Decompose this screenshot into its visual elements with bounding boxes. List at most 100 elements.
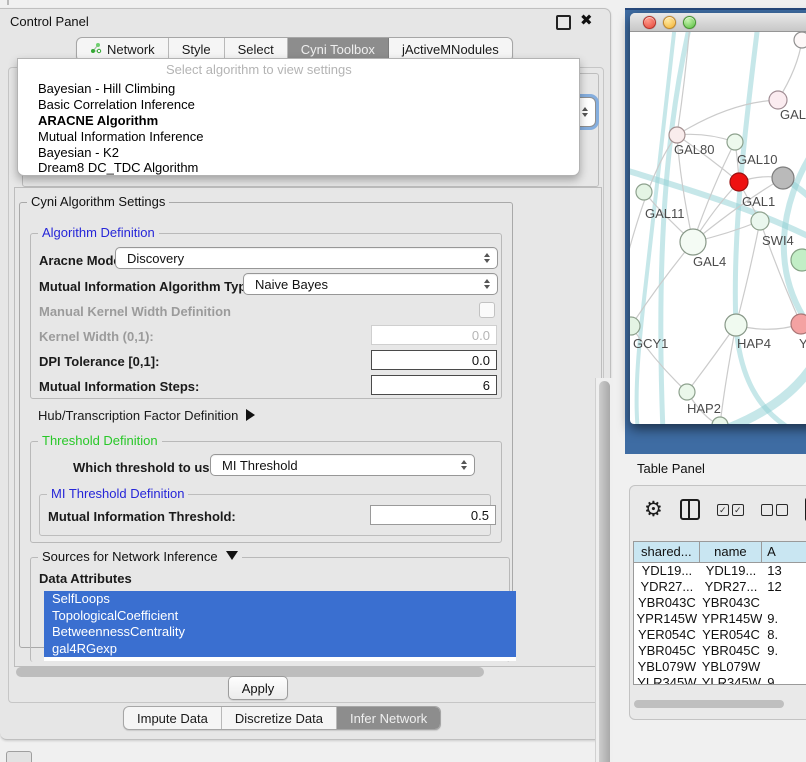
network-node[interactable] bbox=[794, 32, 806, 48]
mi-threshold-field[interactable]: 0.5 bbox=[370, 505, 496, 525]
cell: YBL079W bbox=[700, 659, 763, 675]
network-node[interactable] bbox=[772, 167, 794, 189]
list-item[interactable]: SelfLoops bbox=[44, 591, 516, 608]
columns-icon[interactable] bbox=[680, 499, 700, 520]
network-node[interactable] bbox=[636, 184, 652, 200]
dropdown-item[interactable]: Bayesian - Hill Climbing bbox=[21, 81, 576, 97]
dropdown-item[interactable]: Basic Correlation Inference bbox=[21, 97, 576, 113]
node-label: GAL4 bbox=[693, 254, 726, 269]
minimized-panel-button[interactable] bbox=[6, 751, 32, 762]
network-window[interactable]: GAL GAL80 GAL10 GAL1 GAL11 SWI4 GAL4 GCY… bbox=[630, 13, 806, 424]
aracne-mode-combobox[interactable]: Discovery bbox=[115, 247, 498, 269]
gear-icon[interactable]: ⚙ bbox=[644, 500, 663, 520]
cell: YPR145W bbox=[700, 611, 763, 627]
tab-label: Cyni Toolbox bbox=[301, 42, 375, 57]
tab-label: Impute Data bbox=[137, 711, 208, 726]
tab-label: Infer Network bbox=[350, 711, 427, 726]
node-label: HAP4 bbox=[737, 336, 771, 351]
network-nodes[interactable] bbox=[630, 32, 806, 424]
manual-kernel-checkbox[interactable] bbox=[479, 302, 495, 318]
data-attributes-list[interactable]: SelfLoops TopologicalCoefficient Between… bbox=[44, 591, 516, 661]
cell: YER054C bbox=[700, 627, 763, 643]
tab-label: jActiveMNodules bbox=[402, 42, 499, 57]
network-node[interactable] bbox=[725, 314, 747, 336]
table-row[interactable]: YER054CYER054C8. bbox=[634, 627, 806, 643]
list-item[interactable]: gal4RGexp bbox=[44, 641, 516, 658]
network-node[interactable] bbox=[679, 384, 695, 400]
close-icon[interactable]: ✖ bbox=[580, 11, 593, 29]
list-item[interactable]: BetweennessCentrality bbox=[44, 624, 516, 641]
table-toolbar: ⚙ ✓✓ bbox=[644, 498, 806, 521]
select-all-checks-icon[interactable]: ✓✓ bbox=[717, 504, 744, 516]
window-minimize-icon[interactable] bbox=[663, 16, 676, 29]
cell: 9. bbox=[762, 643, 806, 659]
dropdown-item-selected[interactable]: ARACNE Algorithm bbox=[21, 113, 576, 129]
table-row[interactable]: YPR145WYPR145W9. bbox=[634, 611, 806, 627]
table-row[interactable]: YBR043CYBR043C bbox=[634, 595, 806, 611]
table-row[interactable]: YLR345WYLR345W9. bbox=[634, 675, 806, 685]
combo-arrows-icon bbox=[582, 107, 588, 117]
list-item[interactable]: TopologicalCoefficient bbox=[44, 608, 516, 625]
tab-infer-network[interactable]: Infer Network bbox=[337, 707, 440, 729]
network-node[interactable] bbox=[727, 134, 743, 150]
hub-definition-toggle[interactable]: Hub/Transcription Factor Definition bbox=[38, 408, 255, 423]
tab-label: Select bbox=[238, 42, 274, 57]
kernel-width-field[interactable]: 0.0 bbox=[371, 325, 497, 345]
network-node[interactable] bbox=[669, 127, 685, 143]
network-node-selected[interactable] bbox=[730, 173, 748, 191]
network-node[interactable] bbox=[791, 249, 806, 271]
tab-label: Network bbox=[107, 42, 155, 57]
mi-steps-field[interactable]: 6 bbox=[371, 375, 497, 395]
apply-button[interactable]: Apply bbox=[228, 676, 288, 700]
network-node[interactable] bbox=[680, 229, 706, 255]
column-header[interactable]: name bbox=[700, 542, 762, 562]
scrollbar-thumb[interactable] bbox=[599, 381, 610, 762]
node-attribute-table: shared... name A YDL19...YDL19...13 YDR2… bbox=[633, 541, 806, 685]
tab-discretize-data[interactable]: Discretize Data bbox=[222, 707, 337, 729]
table-panel-title: Table Panel bbox=[637, 461, 705, 476]
combo-arrows-icon bbox=[484, 279, 490, 289]
column-header[interactable]: shared... bbox=[634, 542, 700, 562]
network-node[interactable] bbox=[630, 317, 640, 335]
table-panel: ⚙ ✓✓ shared... name A YDL19...YDL19...13… bbox=[629, 485, 806, 720]
control-panel-title: Control Panel bbox=[10, 14, 89, 29]
cell: YBR045C bbox=[700, 643, 763, 659]
table-row[interactable]: YBL079WYBL079W bbox=[634, 659, 806, 675]
dropdown-item[interactable]: Bayesian - K2 bbox=[21, 145, 576, 161]
sources-toggle[interactable]: Sources for Network Inference bbox=[38, 549, 242, 564]
combo-arrows-icon bbox=[484, 253, 490, 263]
expand-right-icon[interactable] bbox=[246, 409, 255, 421]
group-title: MI Threshold Definition bbox=[47, 486, 188, 501]
table-row[interactable]: YDR27...YDR27...12 bbox=[634, 579, 806, 595]
network-node[interactable] bbox=[712, 417, 728, 424]
collapse-down-icon[interactable] bbox=[226, 551, 238, 560]
group-title: Algorithm Definition bbox=[38, 225, 159, 240]
network-node[interactable] bbox=[751, 212, 769, 230]
window-zoom-icon[interactable] bbox=[683, 16, 696, 29]
table-row[interactable]: YDL19...YDL19...13 bbox=[634, 563, 806, 579]
table-horizontal-scrollbar[interactable] bbox=[634, 700, 784, 708]
table-row[interactable]: YBR045CYBR045C9. bbox=[634, 643, 806, 659]
mi-threshold-label: Mutual Information Threshold: bbox=[48, 509, 236, 524]
combobox-value: MI Threshold bbox=[222, 458, 298, 473]
combo-arrows-icon bbox=[461, 460, 467, 470]
float-icon[interactable] bbox=[556, 15, 571, 30]
dropdown-item[interactable]: Mutual Information Inference bbox=[21, 129, 576, 145]
field-value: 6 bbox=[483, 378, 490, 393]
group-title: Cyni Algorithm Settings bbox=[27, 194, 169, 209]
dpi-tolerance-field[interactable]: 0.0 bbox=[371, 350, 497, 370]
network-canvas[interactable]: GAL GAL80 GAL10 GAL1 GAL11 SWI4 GAL4 GCY… bbox=[630, 32, 806, 424]
table-header-row: shared... name A bbox=[634, 542, 806, 563]
mi-algorithm-type-combobox[interactable]: Naive Bayes bbox=[243, 273, 498, 295]
dropdown-item[interactable]: Dream8 DC_TDC Algorithm bbox=[21, 160, 576, 176]
network-node[interactable] bbox=[791, 314, 806, 334]
which-threshold-combobox[interactable]: MI Threshold bbox=[210, 454, 475, 476]
deselect-all-checks-icon[interactable] bbox=[761, 504, 788, 516]
node-label: GAL1 bbox=[742, 194, 775, 209]
tab-impute-data[interactable]: Impute Data bbox=[124, 707, 222, 729]
network-window-titlebar[interactable] bbox=[630, 13, 806, 32]
column-header[interactable]: A bbox=[762, 542, 806, 562]
mi-threshold-definition-group: MI Threshold Definition Mutual Informati… bbox=[39, 494, 491, 536]
vertical-scrollbar[interactable] bbox=[595, 378, 613, 762]
window-close-icon[interactable] bbox=[643, 16, 656, 29]
